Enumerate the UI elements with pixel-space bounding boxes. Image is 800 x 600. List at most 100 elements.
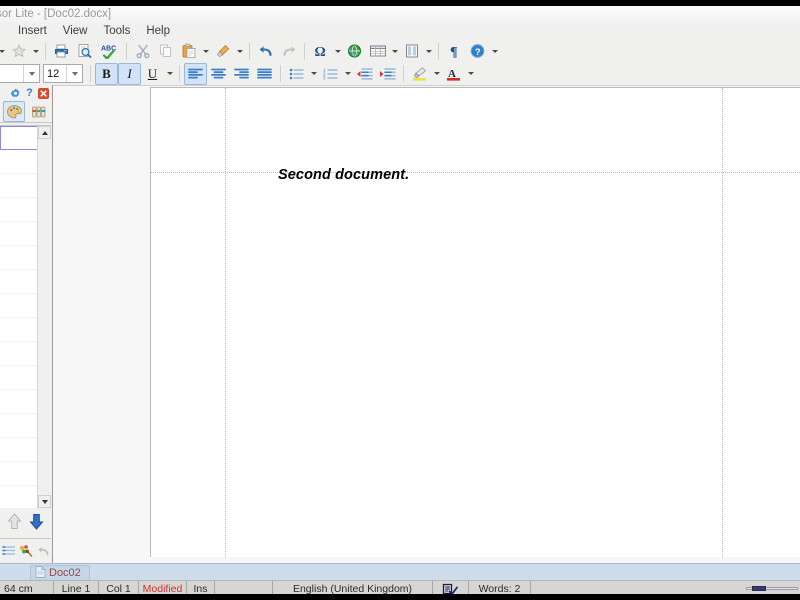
styles-palette-tab[interactable]: [3, 101, 25, 122]
bullet-list-dropdown-arrow[interactable]: [308, 63, 319, 85]
document-icon: [35, 565, 46, 581]
italic-button[interactable]: I: [118, 62, 141, 85]
undo-arrow-icon[interactable]: [254, 40, 277, 62]
close-panel-icon[interactable]: [38, 87, 49, 99]
columns-dropdown-arrow[interactable]: [423, 40, 434, 62]
table-dropdown-arrow[interactable]: [389, 40, 400, 62]
paste-dropdown-arrow[interactable]: [200, 40, 211, 62]
pilcrow-icon[interactable]: ¶: [443, 40, 466, 62]
globe-icon[interactable]: [343, 40, 366, 62]
copy-icon[interactable]: [154, 40, 177, 62]
clips-color-icon[interactable]: [18, 542, 34, 560]
list-item[interactable]: [0, 390, 38, 414]
underline-dropdown-arrow[interactable]: [164, 63, 175, 85]
toolbar-separator: [90, 65, 91, 82]
bottom-black-border: [0, 594, 800, 600]
underline-button[interactable]: U: [141, 63, 164, 85]
zoom-slider[interactable]: [746, 584, 798, 593]
italic-label: I: [127, 65, 132, 81]
toolbar-separator: [179, 65, 180, 82]
align-right-icon[interactable]: [230, 63, 253, 85]
zoom-slider-handle[interactable]: [752, 586, 766, 591]
menu-item-view[interactable]: View: [55, 23, 96, 40]
list-item[interactable]: [0, 174, 38, 198]
list-item[interactable]: [0, 342, 38, 366]
bold-button[interactable]: B: [95, 62, 118, 85]
reset-undo-icon[interactable]: [36, 542, 51, 560]
font-color-a-icon[interactable]: A: [442, 63, 465, 85]
scroll-down-arrow-icon[interactable]: [38, 495, 51, 508]
settings-gear-icon[interactable]: [10, 88, 21, 99]
help-question-icon[interactable]: ?: [24, 87, 35, 99]
help-question-icon[interactable]: ?: [466, 40, 489, 62]
svg-text:Ω: Ω: [314, 45, 325, 59]
list-item[interactable]: [0, 366, 38, 390]
omega-icon[interactable]: Ω: [309, 40, 332, 62]
symbol-dropdown-arrow[interactable]: [332, 40, 343, 62]
sidebar-list[interactable]: [0, 126, 38, 508]
sidebar-nav-buttons: [0, 508, 51, 539]
list-item[interactable]: [0, 222, 38, 246]
list-item[interactable]: [0, 318, 38, 342]
decrease-indent-icon[interactable]: [353, 63, 376, 85]
list-item[interactable]: [0, 438, 38, 462]
list-item[interactable]: [0, 150, 38, 174]
align-center-icon[interactable]: [207, 63, 230, 85]
numbered-list-icon[interactable]: 1 2 3: [319, 63, 342, 85]
columns-icon[interactable]: [400, 40, 423, 62]
menu-item-insert[interactable]: Insert: [10, 23, 55, 40]
sidebar-footer: [0, 539, 51, 563]
move-down-arrow-icon[interactable]: [28, 512, 45, 534]
table-icon[interactable]: [366, 40, 389, 62]
svg-text:?: ?: [475, 47, 481, 58]
list-view-icon[interactable]: [1, 542, 16, 560]
font-name-combo[interactable]: al: [0, 64, 40, 83]
font-size-dropdown-arrow[interactable]: [66, 65, 82, 82]
abc-spellcheck-icon[interactable]: ABC: [96, 40, 122, 62]
font-name-value: al: [0, 68, 23, 80]
redo-arrow-icon[interactable]: [277, 40, 300, 62]
menu-item-tools[interactable]: Tools: [95, 23, 138, 40]
scissors-icon[interactable]: [131, 40, 154, 62]
document-text[interactable]: Second document.: [278, 167, 409, 183]
document-page[interactable]: Second document.: [150, 87, 800, 558]
menu-item-help[interactable]: Help: [138, 23, 178, 40]
list-item[interactable]: [0, 198, 38, 222]
favorites-dropdown-arrow[interactable]: [0, 40, 7, 62]
list-item[interactable]: [0, 486, 38, 508]
list-item[interactable]: [0, 270, 38, 294]
highlighter-icon[interactable]: [408, 63, 431, 85]
margin-guide-top: [151, 172, 800, 173]
align-justify-icon[interactable]: [253, 63, 276, 85]
list-item[interactable]: [0, 246, 38, 270]
clips-tab[interactable]: [29, 101, 51, 122]
font-color-dropdown-arrow[interactable]: [465, 63, 476, 85]
printer-icon[interactable]: [50, 40, 73, 62]
doc-tab-doc02[interactable]: Doc02: [30, 565, 90, 580]
numbered-list-dropdown-arrow[interactable]: [342, 63, 353, 85]
list-item[interactable]: [0, 462, 38, 486]
format-painter-dropdown-arrow[interactable]: [234, 40, 245, 62]
list-item[interactable]: [0, 414, 38, 438]
underline-label: U: [147, 65, 158, 81]
highlight-color-dropdown-arrow[interactable]: [431, 63, 442, 85]
bullet-list-icon[interactable]: [285, 63, 308, 85]
increase-indent-icon[interactable]: [376, 63, 399, 85]
help-dropdown-arrow[interactable]: [489, 40, 500, 62]
clipboard-paste-icon[interactable]: [177, 40, 200, 62]
font-size-combo[interactable]: 12: [43, 64, 83, 83]
font-name-dropdown-arrow[interactable]: [23, 65, 39, 82]
margin-guide-left: [225, 88, 226, 558]
list-item[interactable]: [0, 294, 38, 318]
svg-text:3: 3: [323, 75, 326, 80]
move-up-arrow-icon[interactable]: [6, 512, 23, 534]
list-item[interactable]: [0, 126, 38, 150]
document-canvas[interactable]: Second document.: [53, 85, 800, 563]
print-preview-icon[interactable]: [73, 40, 96, 62]
star-icon[interactable]: [7, 40, 30, 62]
scroll-up-arrow-icon[interactable]: [38, 126, 51, 139]
sidebar-scrollbar[interactable]: [37, 126, 51, 508]
paintbrush-icon[interactable]: [211, 40, 234, 62]
align-left-icon[interactable]: [184, 62, 207, 85]
star-dropdown-arrow[interactable]: [30, 40, 41, 62]
